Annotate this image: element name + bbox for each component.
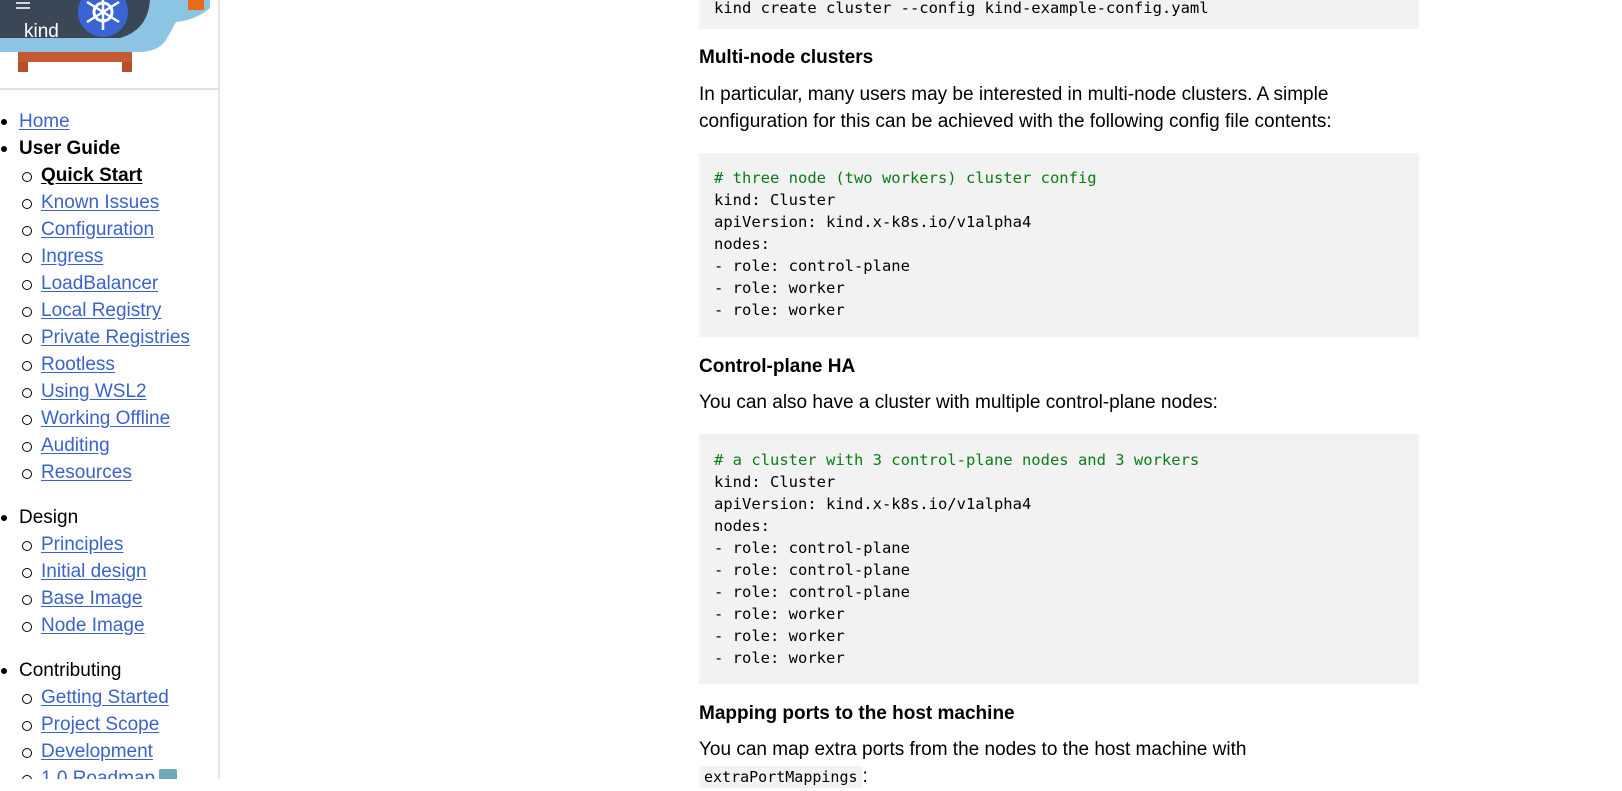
- sidebar-item-label[interactable]: Base Image: [41, 588, 142, 609]
- spacer: [0, 639, 218, 657]
- sidebar-item-label[interactable]: Initial design: [41, 561, 147, 582]
- code-block-create-cluster[interactable]: kind create cluster --config kind-exampl…: [699, 0, 1419, 29]
- code-comment: # a cluster with 3 control-plane nodes a…: [714, 451, 1200, 469]
- sidebar-section-label: User Guide: [19, 138, 121, 159]
- code-line: - role: control-plane: [714, 583, 910, 601]
- sidebar-item-auditing[interactable]: Auditing: [0, 432, 218, 459]
- code-line: kind: Cluster: [714, 191, 836, 209]
- code-block-multi-node[interactable]: # three node (two workers) cluster confi…: [699, 153, 1419, 337]
- sidebar-section-design: Design: [0, 504, 218, 531]
- sidebar-item-known-issues[interactable]: Known Issues: [0, 189, 218, 216]
- inline-code: extraPortMappings: [699, 766, 863, 788]
- code-line: - role: worker: [714, 627, 845, 645]
- heading-multi-node: Multi-node clusters: [699, 47, 874, 68]
- sidebar-item-label[interactable]: Known Issues: [41, 192, 159, 213]
- sidebar-item-label[interactable]: Rootless: [41, 354, 115, 375]
- logo-text: kind: [24, 21, 59, 42]
- sidebar-item-label[interactable]: Ingress: [41, 246, 103, 267]
- sidebar-divider: [0, 88, 218, 90]
- paragraph-multi-node: In particular, many users may be interes…: [699, 84, 1332, 132]
- sidebar-item-configuration[interactable]: Configuration: [0, 216, 218, 243]
- sidebar-item-label[interactable]: Principles: [41, 534, 123, 555]
- sidebar-item-label[interactable]: 1.0 Roadmap: [41, 768, 155, 779]
- sidebar-item-resources[interactable]: Resources: [0, 459, 218, 486]
- code-comment: # three node (two workers) cluster confi…: [714, 169, 1097, 187]
- code-line: - role: worker: [714, 279, 845, 297]
- code-line: kind: Cluster: [714, 473, 836, 491]
- spacer: [0, 486, 218, 504]
- sidebar-item-label[interactable]: Resources: [41, 462, 132, 483]
- kind-logo[interactable]: kind: [0, 0, 210, 75]
- paragraph-control-plane-ha: You can also have a cluster with multipl…: [699, 392, 1218, 413]
- code-block-control-plane-ha[interactable]: # a cluster with 3 control-plane nodes a…: [699, 434, 1419, 684]
- heading-mapping-ports: Mapping ports to the host machine: [699, 703, 1015, 724]
- paragraph-mapping-ports: You can map extra ports from the nodes t…: [699, 736, 1419, 791]
- sidebar-item-loadbalancer[interactable]: LoadBalancer: [0, 270, 218, 297]
- code-line: - role: worker: [714, 605, 845, 623]
- sidebar-item-ingress[interactable]: Ingress: [0, 243, 218, 270]
- sidebar-item-label[interactable]: Configuration: [41, 219, 154, 240]
- code-line: - role: worker: [714, 649, 845, 667]
- sidebar-item-label[interactable]: LoadBalancer: [41, 273, 158, 294]
- sidebar-item-using-wsl2[interactable]: Using WSL2: [0, 378, 218, 405]
- code-line: apiVersion: kind.x-k8s.io/v1alpha4: [714, 213, 1032, 231]
- sidebar-section-label: Design: [19, 507, 79, 528]
- sidebar-item-rootless[interactable]: Rootless: [0, 351, 218, 378]
- sidebar-item-base-image[interactable]: Base Image: [0, 585, 218, 612]
- sidebar-item-local-registry[interactable]: Local Registry: [0, 297, 218, 324]
- sidebar-item-label[interactable]: Working Offline: [41, 408, 170, 429]
- sidebar-item-label[interactable]: Getting Started: [41, 687, 169, 708]
- heading-control-plane-ha: Control-plane HA: [699, 356, 856, 377]
- sidebar-section-contributing: Contributing: [0, 657, 218, 684]
- sidebar-item-label[interactable]: Private Registries: [41, 327, 190, 348]
- sidebar-item-working-offline[interactable]: Working Offline: [0, 405, 218, 432]
- sidebar-item-roadmap[interactable]: 1.0 Roadmap: [0, 765, 218, 779]
- code-line: - role: control-plane: [714, 257, 910, 275]
- paragraph-text: You can map extra ports from the nodes t…: [699, 739, 1247, 760]
- code-line: - role: control-plane: [714, 561, 910, 579]
- sidebar-item-label[interactable]: Auditing: [41, 435, 110, 456]
- code-line: nodes:: [714, 517, 770, 535]
- sidebar-item-label[interactable]: Quick Start: [41, 165, 142, 186]
- sidebar-item-development[interactable]: Development: [0, 738, 218, 765]
- sidebar-item-getting-started[interactable]: Getting Started: [0, 684, 218, 711]
- sidebar-item-label[interactable]: Development: [41, 741, 153, 762]
- sidebar-item-initial-design[interactable]: Initial design: [0, 558, 218, 585]
- sidebar-item-principles[interactable]: Principles: [0, 531, 218, 558]
- code-line: apiVersion: kind.x-k8s.io/v1alpha4: [714, 495, 1032, 513]
- code-line: kind create cluster --config kind-exampl…: [714, 0, 1209, 17]
- map-icon: [159, 769, 178, 779]
- code-line: - role: worker: [714, 301, 845, 319]
- sidebar-item-private-registries[interactable]: Private Registries: [0, 324, 218, 351]
- sidebar-section-user-guide: User Guide: [0, 135, 218, 162]
- code-line: nodes:: [714, 235, 770, 253]
- sidebar-item-label[interactable]: Node Image: [41, 615, 145, 636]
- sidebar-section-label: Contributing: [19, 660, 122, 681]
- sidebar-item-quick-start[interactable]: Quick Start: [0, 162, 218, 189]
- sidebar-nav: Home User Guide Quick Start Known Issues…: [0, 108, 218, 779]
- sidebar-item-label[interactable]: Home: [19, 111, 70, 132]
- paragraph-text: :: [862, 766, 868, 787]
- sidebar-item-home[interactable]: Home: [0, 108, 218, 135]
- sidebar-item-label[interactable]: Local Registry: [41, 300, 161, 321]
- sidebar-item-label[interactable]: Project Scope: [41, 714, 159, 735]
- sidebar: kind Home User Guide Quick Start Known I…: [0, 0, 220, 779]
- sidebar-item-project-scope[interactable]: Project Scope: [0, 711, 218, 738]
- sidebar-item-label[interactable]: Using WSL2: [41, 381, 147, 402]
- sidebar-item-node-image[interactable]: Node Image: [0, 612, 218, 639]
- code-line: - role: control-plane: [714, 539, 910, 557]
